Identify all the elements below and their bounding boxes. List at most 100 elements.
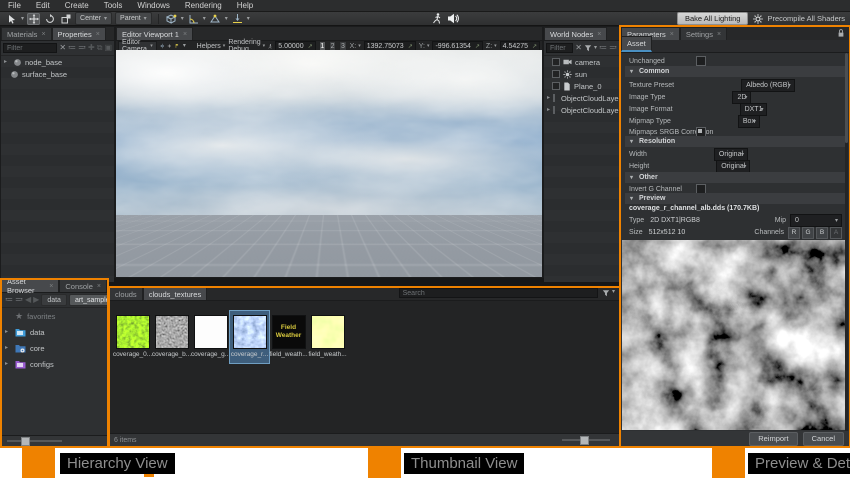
close-icon[interactable] [597, 31, 601, 38]
tab-materials[interactable]: Materials [1, 27, 52, 40]
tab-clouds[interactable]: clouds [109, 287, 143, 300]
viewport-flag-caret-icon[interactable]: ▾ [183, 43, 186, 49]
clear-filter-icon[interactable] [575, 44, 582, 52]
cancel-button[interactable]: Cancel [803, 432, 844, 446]
expand-field-icon[interactable] [532, 43, 537, 50]
filter-funnel-icon[interactable] [602, 289, 610, 297]
delete-icon[interactable]: ▣ [104, 44, 112, 52]
expand-field-icon[interactable] [475, 43, 480, 50]
grid-snap-caret-icon[interactable]: ▾ [181, 16, 184, 22]
channel-g-button[interactable]: G [802, 227, 814, 239]
thumbnail-size-slider[interactable] [562, 439, 610, 441]
menu-create[interactable]: Create [65, 1, 89, 10]
thumbnail-field-weather-2[interactable]: field_weath... [308, 311, 347, 363]
thumbnail-coverage-g[interactable]: coverage_g... [191, 311, 230, 363]
tab-settings[interactable]: Settings [680, 27, 727, 40]
height-dropdown[interactable]: Original [716, 160, 750, 173]
mip-dropdown[interactable]: 0 [790, 214, 842, 227]
lock-icon[interactable] [837, 28, 845, 38]
viewport-move-icon[interactable] [167, 42, 172, 50]
close-icon[interactable] [717, 31, 721, 38]
select-tool-caret-icon[interactable]: ▾ [21, 16, 24, 22]
texture-preview-image[interactable] [622, 240, 846, 430]
channel-a-button[interactable]: A [830, 227, 842, 239]
close-icon[interactable] [41, 31, 45, 38]
section-resolution[interactable]: Resolution [625, 136, 845, 147]
close-icon[interactable] [96, 31, 100, 38]
grid-snap-button[interactable] [165, 13, 178, 25]
thumbnail-field-weather-1[interactable]: Field Weather field_weath... [269, 311, 308, 363]
expand-field-icon[interactable] [308, 43, 313, 50]
scale-tool-button[interactable] [59, 13, 72, 25]
filter-funnel-icon[interactable] [584, 44, 592, 52]
bake-settings-button[interactable] [751, 13, 764, 25]
slider-handle[interactable] [21, 437, 30, 446]
menu-file[interactable]: File [8, 1, 21, 10]
filter-caret-icon[interactable]: ▾ [612, 289, 615, 295]
collapse-list-icon[interactable]: ≕ [78, 44, 86, 52]
expand-tree-icon[interactable]: ≔ [5, 296, 13, 304]
rotate-tool-button[interactable] [43, 13, 56, 25]
scrollbar-thumb[interactable] [845, 53, 848, 143]
channel-r-button[interactable]: R [788, 227, 800, 239]
parameters-scrollbar[interactable] [845, 53, 848, 431]
nav-back-icon[interactable]: ◀ [25, 296, 31, 304]
thumbnail-coverage-r-selected[interactable]: coverage_r... [230, 311, 269, 363]
audio-mute-button[interactable] [447, 13, 460, 25]
drop-to-ground-button[interactable] [231, 13, 244, 25]
tab-console[interactable]: Console [59, 279, 107, 292]
thumbnail-search-input[interactable] [399, 288, 598, 298]
filter-caret-icon[interactable]: ▾ [594, 45, 597, 51]
folder-row-favorites[interactable]: favorites [1, 308, 107, 324]
node-row-cloudlayer-c[interactable]: ObjectCloudLayer_C [544, 92, 619, 104]
folder-row-configs[interactable]: configs [1, 356, 107, 372]
tab-asset[interactable]: Asset [621, 36, 652, 52]
menu-tools[interactable]: Tools [104, 1, 123, 10]
angle-snap-caret-icon[interactable]: ▾ [203, 16, 206, 22]
pivot-center-dropdown[interactable]: Center [75, 12, 112, 25]
move-tool-button[interactable] [27, 13, 40, 25]
node-row-cloudlayer-st[interactable]: ObjectCloudLayer_St [544, 104, 619, 116]
section-common[interactable]: Common [625, 66, 845, 77]
play-game-button[interactable] [431, 13, 444, 25]
slider-handle[interactable] [580, 436, 589, 445]
node-row-plane0[interactable]: Plane_0 [544, 80, 619, 92]
expand-field-icon[interactable] [408, 43, 413, 50]
expander-icon[interactable] [5, 345, 11, 351]
expand-list-icon[interactable]: ≔ [68, 44, 76, 52]
visibility-toggle[interactable] [553, 106, 555, 114]
close-icon[interactable] [183, 31, 187, 38]
viewport-flag-icon[interactable] [175, 42, 180, 50]
reimport-button[interactable]: Reimport [749, 432, 797, 446]
tab-world-nodes[interactable]: World Nodes [544, 27, 607, 40]
folder-row-data[interactable]: data [1, 324, 107, 340]
channel-b-button[interactable]: B [816, 227, 828, 239]
vertex-snap-button[interactable] [209, 13, 222, 25]
section-preview[interactable]: Preview [625, 193, 845, 204]
node-row-sun[interactable]: sun [544, 68, 619, 80]
coords-parent-dropdown[interactable]: Parent [115, 12, 152, 25]
world-nodes-filter-input[interactable] [546, 43, 573, 53]
visibility-toggle[interactable] [552, 70, 560, 78]
menu-help[interactable]: Help [237, 1, 253, 10]
expander-icon[interactable] [547, 95, 550, 101]
menu-windows[interactable]: Windows [137, 1, 169, 10]
breadcrumb-data-button[interactable]: data [41, 294, 67, 306]
node-row-camera[interactable]: camera [544, 56, 619, 68]
drop-to-ground-caret-icon[interactable]: ▾ [247, 16, 250, 22]
duplicate-icon[interactable]: ⧉ [97, 44, 103, 52]
material-row-node-base[interactable]: node_base [1, 56, 114, 68]
folder-row-core[interactable]: core [1, 340, 107, 356]
visibility-toggle[interactable] [552, 58, 560, 66]
expander-icon[interactable] [5, 329, 11, 335]
tab-asset-browser[interactable]: Asset Browser [1, 279, 59, 292]
add-icon[interactable]: ✚ [88, 44, 95, 52]
viewport-3d-view[interactable] [116, 50, 542, 277]
helpers-dropdown[interactable]: Helpers [197, 43, 226, 50]
bake-all-lighting-button[interactable]: Bake All Lighting [677, 12, 748, 25]
tab-properties[interactable]: Properties [52, 27, 106, 40]
collapse-tree-icon[interactable]: ≕ [15, 296, 23, 304]
expand-all-icon[interactable]: ≔ [599, 44, 607, 52]
tab-clouds-textures[interactable]: clouds_textures [143, 287, 208, 300]
material-row-surface-base[interactable]: surface_base [1, 68, 114, 80]
